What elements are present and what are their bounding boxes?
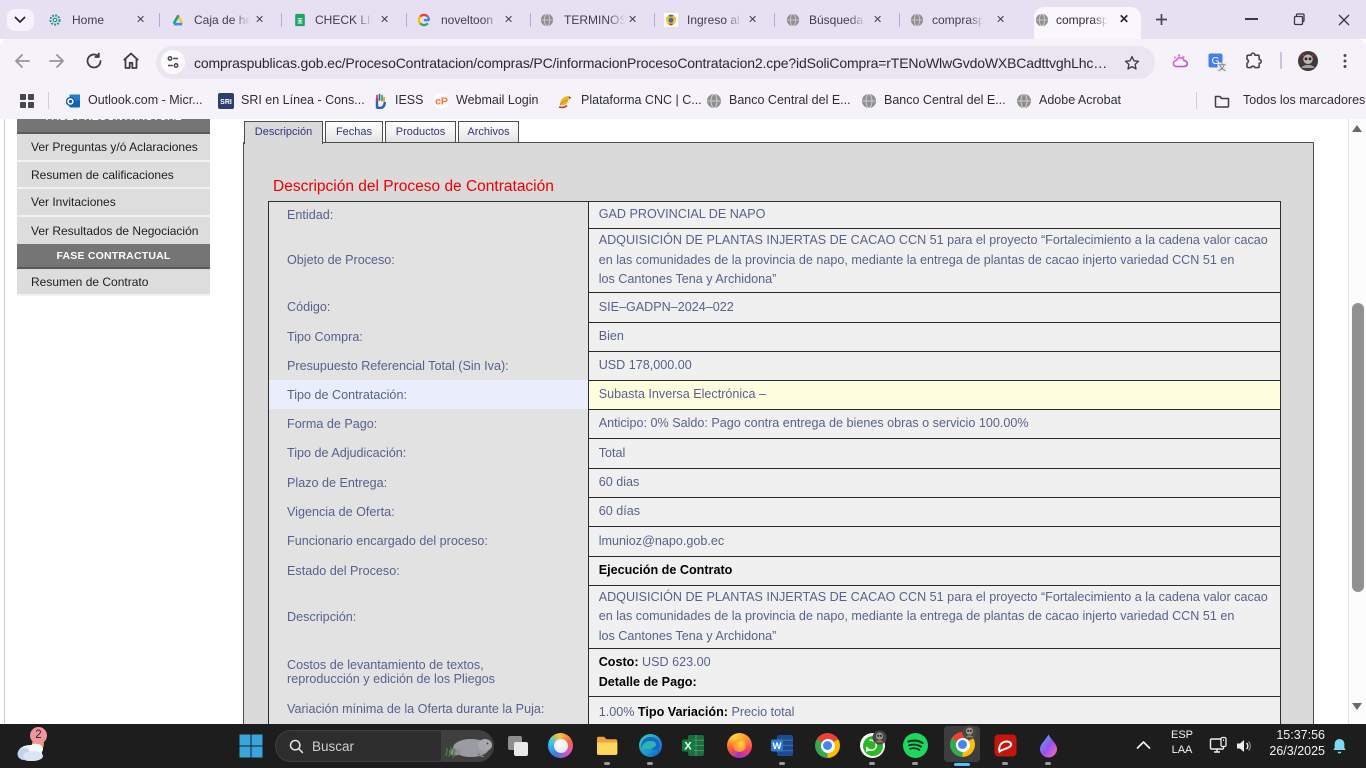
- svg-text:SRI: SRI: [220, 99, 232, 106]
- svg-text:文: 文: [1218, 62, 1226, 72]
- svg-text:cP: cP: [435, 96, 448, 108]
- svg-text:X: X: [684, 741, 692, 753]
- svg-text:W: W: [773, 741, 782, 752]
